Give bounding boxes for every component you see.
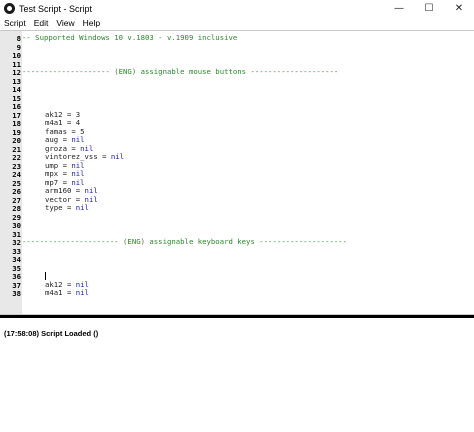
line-number: 38 <box>12 289 21 298</box>
code-line[interactable]: m4a1 = nil <box>45 288 89 298</box>
variable-value: nil <box>110 152 125 161</box>
maximize-button[interactable]: ☐ <box>414 0 444 17</box>
variable-name: m4a1 <box>45 288 63 297</box>
line-number-gutter: 8 9 10 11 12 13 14 15 16 17 18 19 20 21 22 23 24 25 26 27 28… <box>0 31 22 314</box>
window-title: Test Script - Script <box>19 3 93 14</box>
menu-help[interactable]: Help <box>79 18 104 28</box>
code-line[interactable]: ---------------------- (ENG) assignable … <box>22 237 348 247</box>
comment-text: ---------------------- (ENG) assignable … <box>22 237 348 246</box>
code-line[interactable]: type = nil <box>45 203 89 213</box>
app-logo-icon <box>4 3 15 14</box>
menu-view[interactable]: View <box>52 18 78 28</box>
variable-value: nil <box>75 203 89 212</box>
code-line[interactable]: -- Supported Windows 10 v.1803 - v.1909 … <box>22 33 238 43</box>
menu-edit[interactable]: Edit <box>30 18 53 28</box>
window-controls: — ☐ ✕ <box>384 0 474 17</box>
variable-name: type <box>45 203 63 212</box>
comment-text: -- Supported Windows 10 v.1803 - v.1909 … <box>22 33 238 42</box>
menu-script[interactable]: Script <box>0 18 30 28</box>
code-line[interactable]: -------------------- (ENG) assignable mo… <box>22 67 339 77</box>
variable-value: nil <box>75 288 89 297</box>
minimize-button[interactable]: — <box>384 0 414 17</box>
title-bar: Test Script - Script — ☐ ✕ <box>0 0 474 17</box>
menu-bar: Script Edit View Help <box>0 17 474 29</box>
console-message: (17:58:08) Script Loaded () <box>4 329 99 338</box>
comment-text: -------------------- (ENG) assignable mo… <box>22 67 339 76</box>
close-button[interactable]: ✕ <box>444 0 474 17</box>
code-area[interactable]: -- Supported Windows 10 v.1803 - v.1909 … <box>22 31 474 314</box>
output-console: (17:58:08) Script Loaded () <box>0 318 474 432</box>
script-editor[interactable]: 8 9 10 11 12 13 14 15 16 17 18 19 20 21 22 23 24 25 26 27 28… <box>0 30 474 315</box>
